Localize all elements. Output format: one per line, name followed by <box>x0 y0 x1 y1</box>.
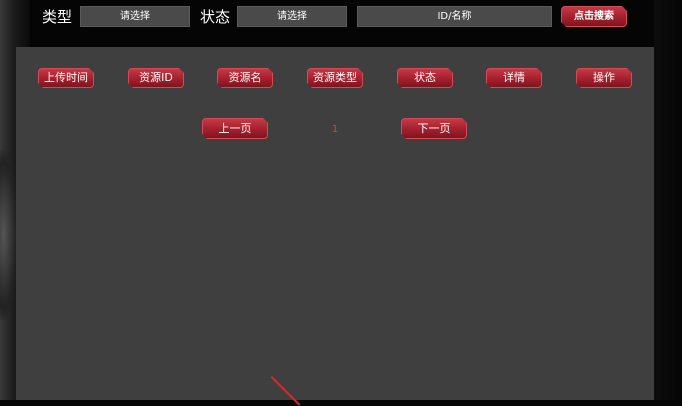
status-label: 状态 <box>200 8 231 26</box>
status-select[interactable]: 请选择 <box>237 6 347 27</box>
prev-page-button[interactable]: 上一页 <box>202 118 268 139</box>
next-page-button[interactable]: 下一页 <box>401 118 467 139</box>
type-label: 类型 <box>42 8 73 26</box>
column-actions[interactable]: 操作 <box>576 68 632 88</box>
column-details[interactable]: 详情 <box>486 68 542 88</box>
column-resource-id[interactable]: 资源ID <box>128 68 184 88</box>
column-resource-type[interactable]: 资源类型 <box>307 68 363 88</box>
current-page-number[interactable]: 1 <box>330 124 340 135</box>
search-input[interactable]: ID/名称 <box>357 6 552 27</box>
column-upload-time[interactable]: 上传时间 <box>38 68 94 88</box>
type-select[interactable]: 请选择 <box>80 6 190 27</box>
search-button[interactable]: 点击搜索 <box>561 6 627 27</box>
background-edge <box>654 0 682 400</box>
results-panel <box>16 47 654 400</box>
column-resource-name[interactable]: 资源名 <box>217 68 273 88</box>
column-status[interactable]: 状态 <box>397 68 453 88</box>
